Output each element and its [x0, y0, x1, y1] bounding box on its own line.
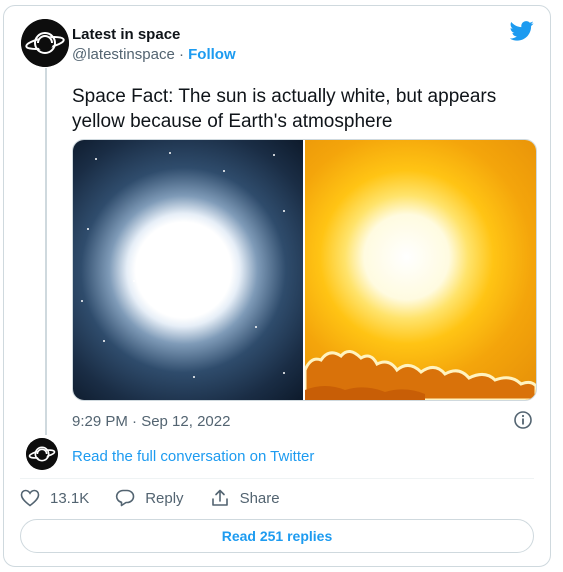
divider: [20, 478, 534, 479]
reply-icon: [116, 489, 135, 507]
sun-through-atmosphere-image[interactable]: [305, 140, 536, 400]
like-button[interactable]: 13.1K: [20, 489, 89, 507]
twitter-bird-icon[interactable]: [510, 21, 534, 41]
share-button[interactable]: Share: [210, 489, 280, 507]
info-icon[interactable]: [513, 410, 533, 430]
tweet-media[interactable]: [72, 139, 537, 401]
reply-button[interactable]: Reply: [115, 489, 184, 507]
embedded-tweet-card: Latest in space @latestinspace · Follow …: [3, 5, 551, 567]
read-conversation-link[interactable]: Read the full conversation on Twitter: [72, 448, 314, 465]
sun-in-space-image[interactable]: [73, 140, 305, 400]
thread-line: [45, 68, 47, 435]
avatar[interactable]: [21, 19, 69, 67]
handle-row: @latestinspace · Follow: [72, 46, 236, 63]
read-replies-button[interactable]: Read 251 replies: [20, 519, 534, 553]
share-icon: [211, 489, 228, 506]
share-label: Share: [239, 489, 280, 507]
conversation-avatar[interactable]: [26, 438, 58, 470]
tweet-text: Space Fact: The sun is actually white, b…: [72, 86, 497, 132]
account-handle[interactable]: @latestinspace: [72, 46, 175, 63]
account-name[interactable]: Latest in space: [72, 26, 180, 43]
follow-button[interactable]: Follow: [188, 46, 236, 63]
handle-separator: ·: [178, 46, 184, 63]
tweet-timestamp[interactable]: 9:29 PM · Sep 12, 2022: [72, 413, 230, 430]
action-bar: 13.1K Reply Share: [20, 489, 306, 507]
like-count: 13.1K: [50, 489, 90, 507]
reply-label: Reply: [145, 489, 184, 507]
heart-icon: [20, 489, 40, 507]
